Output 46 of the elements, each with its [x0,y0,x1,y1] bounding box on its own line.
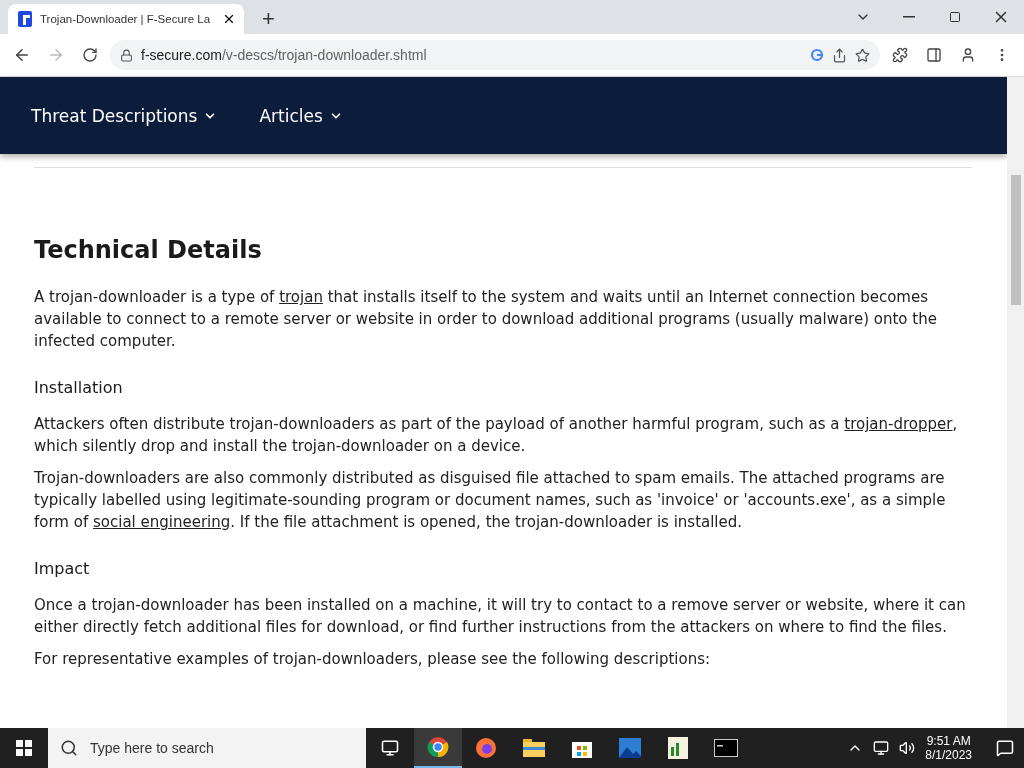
minimize-icon [903,16,915,18]
nav-menu-item[interactable]: Threat Descriptions [31,105,218,126]
nav-menu-item[interactable]: Articles [259,105,343,126]
google-icon[interactable] [810,48,824,62]
scrollbar[interactable] [1007,77,1024,728]
notifications-icon[interactable] [996,739,1014,757]
site-logo-icon [18,11,32,27]
terminal-icon [714,739,738,757]
mountain-photo-icon [619,738,641,758]
paragraph: A trojan-downloader is a type of trojan that installs itself to the system and waits until an Internet connection becomes available to connect to a remote server or website in order to download additional programs (usually malware) onto the infected computer. [34,287,938,352]
paragraph: Once a trojan-downloader has been installed on a machine, it will try to contact to a remove server or website, where it can either directly fetch additional files for download, or find further instructions from the attackers on where to find the files. [34,595,967,638]
side-panel-icon [926,47,942,63]
text-link[interactable]: trojan [279,288,323,306]
windows-logo-icon [16,740,32,756]
paragraph: Trojan-downloaders are also commonly distributed as disguised file attached to spam emails. The attached programs are typically labelled using legitimate-sounding program or document names, such as 'invoice' or 'accounts.exe', as a simple form of social engineering. If the file attachment is opened, the trojan-downloader is installed. [34,468,947,533]
chrome-taskbar-button[interactable] [414,728,462,768]
volume-icon[interactable] [899,740,916,756]
puzzle-icon [892,47,908,63]
subsection-heading: Impact [34,559,91,578]
new-tab-button[interactable]: + [258,6,279,32]
text-link[interactable]: trojan-dropper [844,415,953,433]
text-link[interactable]: social engineering [92,513,231,531]
reload-icon [82,47,98,63]
forward-arrow-icon [47,46,65,64]
lock-icon [120,48,133,62]
tab-title: Trojan-Downloader | F-Secure La [40,13,212,25]
folder-icon [523,739,545,757]
browser-tab[interactable]: Trojan-Downloader | F-Secure La [8,4,244,34]
task-view-icon [381,739,399,757]
close-icon[interactable] [222,12,236,26]
paragraph: For representative examples of trojan-downloaders, please see the following descriptions: [34,649,712,670]
subsection-heading: Installation [34,378,124,397]
chrome-icon [427,736,449,758]
search-placeholder: Type here to search [90,740,214,756]
paragraph: Attackers often distribute trojan-downloaders as part of the payload of another harmful program, such as a trojan-dropper, which silently drop and install the trojan-downloader on a device. [34,414,959,457]
share-icon[interactable] [832,47,847,63]
address-bar[interactable]: f-secure.com/v-descs/trojan-downloader.shtml [110,40,880,70]
section-heading: Technical Details [34,236,263,264]
restore-icon [949,11,961,23]
chart-document-icon [668,737,688,759]
search-icon [60,739,78,757]
taskbar-search-field[interactable]: Type here to search [48,728,366,768]
firefox-icon [475,737,497,759]
clock[interactable]: 9:51 AM 8/1/2023 [925,734,972,762]
bookmark-star-icon[interactable] [855,47,870,63]
person-icon [960,47,976,63]
